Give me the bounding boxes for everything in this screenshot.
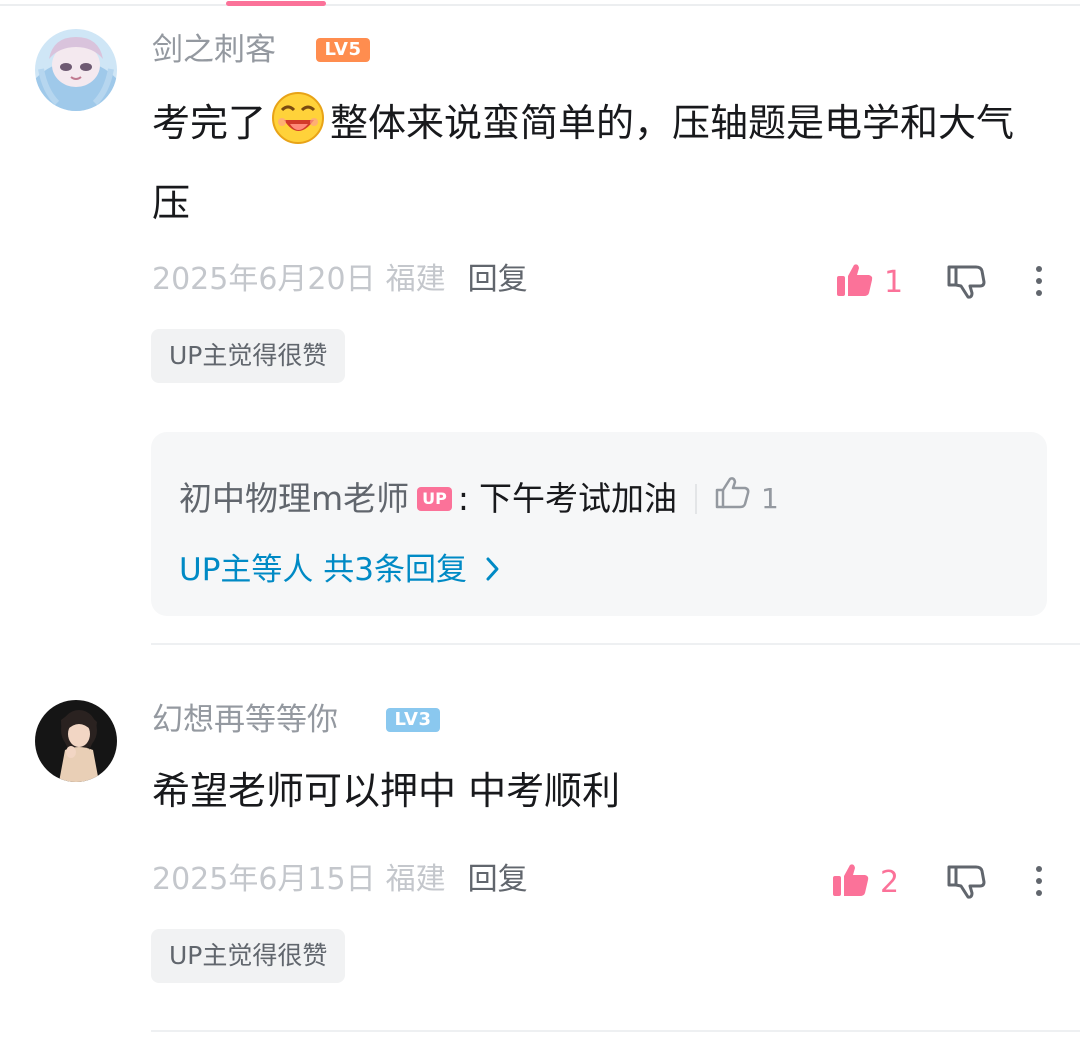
reply-button[interactable]: 回复 <box>468 862 528 897</box>
up-badge: UP <box>417 486 452 511</box>
more-options-icon[interactable] <box>1034 266 1044 302</box>
username[interactable]: 剑之刺客 <box>152 30 276 70</box>
comment-text: 考完了 整体来说蛮简单的，压轴题是电学和大气压 <box>152 88 1042 238</box>
reply-text: 下午考试加油 <box>479 478 677 518</box>
reply-preview-box[interactable]: 初中物理m老师 UP : 下午考试加油 1 UP主等人 共3条回复 <box>151 432 1047 616</box>
tab-indicator <box>226 1 326 6</box>
reply-like-button[interactable]: 1 <box>715 476 779 521</box>
level-badge: LV5 <box>316 38 370 62</box>
like-count: 2 <box>880 864 900 900</box>
thumbs-up-filled-icon <box>832 862 870 902</box>
reply-separator <box>695 483 697 514</box>
like-button[interactable]: 2 <box>832 862 899 902</box>
avatar[interactable] <box>35 700 117 782</box>
thumbs-up-icon <box>715 476 751 521</box>
like-button[interactable]: 1 <box>836 262 903 302</box>
reply-colon: : <box>457 478 469 518</box>
chevron-right-icon <box>485 552 501 592</box>
more-replies-label: UP主等人 共3条回复 <box>179 552 467 588</box>
reply-like-count: 1 <box>761 481 779 515</box>
comment-date: 2025年6月15日 <box>152 862 376 897</box>
comment-text: 希望老师可以押中 中考顺利 <box>152 769 621 813</box>
reply-button[interactable]: 回复 <box>468 262 528 297</box>
comment-meta: 2025年6月20日 福建 回复 <box>152 260 528 300</box>
up-liked-tag: UP主觉得很赞 <box>151 929 346 983</box>
comment-divider <box>151 643 1080 645</box>
like-count: 1 <box>884 264 904 300</box>
reply-author[interactable]: 初中物理m老师 <box>179 477 409 521</box>
comment-location: 福建 <box>385 262 446 297</box>
laughing-face-emoji-icon <box>270 90 326 168</box>
username[interactable]: 幻想再等等你 <box>152 700 338 740</box>
comment-location: 福建 <box>385 862 446 897</box>
thumbs-up-filled-icon <box>836 262 874 302</box>
thumbs-down-icon <box>946 265 986 304</box>
dislike-button[interactable] <box>946 862 986 904</box>
up-liked-tag: UP主觉得很赞 <box>151 329 346 383</box>
comment-text-part: 考完了 <box>152 101 267 145</box>
level-badge: LV3 <box>386 708 440 732</box>
view-more-replies-link[interactable]: UP主等人 共3条回复 <box>179 550 501 592</box>
comment-date: 2025年6月20日 <box>152 262 376 297</box>
avatar[interactable] <box>35 29 117 111</box>
top-divider <box>0 4 1080 6</box>
reply-preview: 初中物理m老师 UP : 下午考试加油 1 <box>179 476 779 521</box>
dislike-button[interactable] <box>946 262 986 304</box>
thumbs-down-icon <box>946 865 986 904</box>
more-options-icon[interactable] <box>1034 866 1044 902</box>
comment-divider <box>151 1030 1080 1032</box>
comment-meta: 2025年6月15日 福建 回复 <box>152 860 528 900</box>
